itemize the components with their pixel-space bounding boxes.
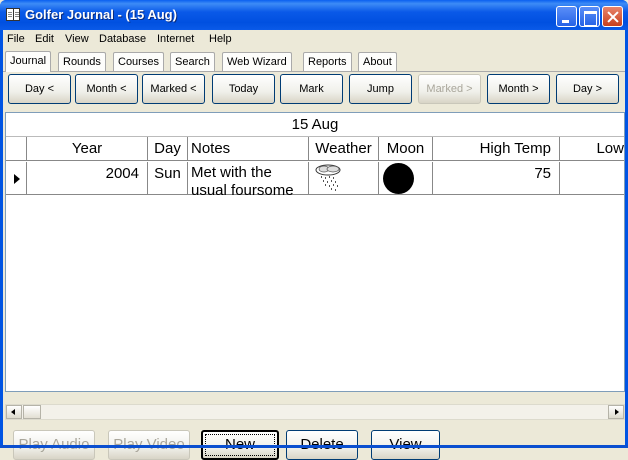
rain-cloud-icon bbox=[315, 164, 341, 191]
menu-database[interactable]: Database bbox=[99, 33, 146, 45]
tab-courses[interactable]: Courses bbox=[113, 52, 164, 71]
new-moon-icon bbox=[383, 163, 414, 194]
journal-grid[interactable]: 15 Aug Year Day Notes Weather Moon High … bbox=[5, 112, 625, 392]
menu-bar: File Edit View Database Internet Help bbox=[3, 30, 625, 50]
tab-search[interactable]: Search bbox=[170, 52, 215, 71]
col-header-moon[interactable]: Moon bbox=[379, 137, 433, 161]
menu-help[interactable]: Help bbox=[209, 33, 232, 45]
tab-journal[interactable]: Journal bbox=[5, 51, 52, 72]
marked-back-button[interactable]: Marked < bbox=[142, 74, 205, 104]
cell-low[interactable] bbox=[560, 162, 624, 195]
tab-strip: Journal Rounds Courses Search Web Wizard… bbox=[3, 51, 625, 72]
row-selector[interactable] bbox=[6, 162, 27, 195]
cell-day[interactable]: Sun bbox=[148, 162, 188, 195]
col-header-weather[interactable]: Weather bbox=[309, 137, 379, 161]
minimize-button[interactable] bbox=[556, 6, 577, 27]
col-header-notes[interactable]: Notes bbox=[188, 137, 309, 161]
marked-forward-button[interactable]: Marked > bbox=[418, 74, 481, 104]
tab-divider bbox=[3, 71, 625, 72]
scroll-left-icon[interactable] bbox=[6, 405, 22, 419]
client-area: File Edit View Database Internet Help Jo… bbox=[3, 30, 625, 460]
month-back-button[interactable]: Month < bbox=[75, 74, 138, 104]
row-selector-header bbox=[6, 137, 27, 161]
day-back-button[interactable]: Day < bbox=[8, 74, 71, 104]
col-header-high-temp[interactable]: High Temp bbox=[433, 137, 560, 161]
close-button[interactable] bbox=[602, 6, 623, 27]
column-headers: Year Day Notes Weather Moon High Temp Lo… bbox=[6, 137, 624, 161]
cell-year[interactable]: 2004 bbox=[27, 162, 148, 195]
tab-web-wizard[interactable]: Web Wizard bbox=[222, 52, 292, 71]
cell-notes[interactable]: Met with the usual foursome bbox=[188, 162, 309, 195]
cell-weather[interactable] bbox=[309, 162, 379, 195]
tab-rounds[interactable]: Rounds bbox=[58, 52, 106, 71]
title-bar[interactable]: Golfer Journal - (15 Aug) bbox=[0, 0, 628, 30]
row-pointer-icon bbox=[14, 174, 20, 184]
maximize-button[interactable] bbox=[579, 6, 600, 27]
jump-button[interactable]: Jump bbox=[349, 74, 412, 104]
tab-reports[interactable]: Reports bbox=[303, 52, 352, 71]
menu-edit[interactable]: Edit bbox=[35, 33, 54, 45]
menu-internet[interactable]: Internet bbox=[157, 33, 194, 45]
col-header-year[interactable]: Year bbox=[27, 137, 148, 161]
day-forward-button[interactable]: Day > bbox=[556, 74, 619, 104]
mark-button[interactable]: Mark bbox=[280, 74, 343, 104]
month-forward-button[interactable]: Month > bbox=[487, 74, 550, 104]
today-button[interactable]: Today bbox=[212, 74, 275, 104]
menu-file[interactable]: File bbox=[7, 33, 25, 45]
table-row[interactable]: 2004 Sun Met with the usual foursome 75 bbox=[6, 162, 624, 195]
horizontal-scrollbar[interactable] bbox=[5, 404, 625, 420]
date-header: 15 Aug bbox=[6, 113, 624, 137]
window-title: Golfer Journal - (15 Aug) bbox=[25, 7, 177, 22]
book-icon[interactable] bbox=[6, 8, 20, 21]
scroll-thumb[interactable] bbox=[23, 405, 41, 419]
scroll-right-icon[interactable] bbox=[608, 405, 624, 419]
col-header-low[interactable]: Low bbox=[560, 137, 624, 161]
menu-view[interactable]: View bbox=[65, 33, 89, 45]
cell-high-temp[interactable]: 75 bbox=[433, 162, 560, 195]
cell-moon[interactable] bbox=[379, 162, 433, 195]
tab-about[interactable]: About bbox=[358, 52, 397, 71]
col-header-day[interactable]: Day bbox=[148, 137, 188, 161]
